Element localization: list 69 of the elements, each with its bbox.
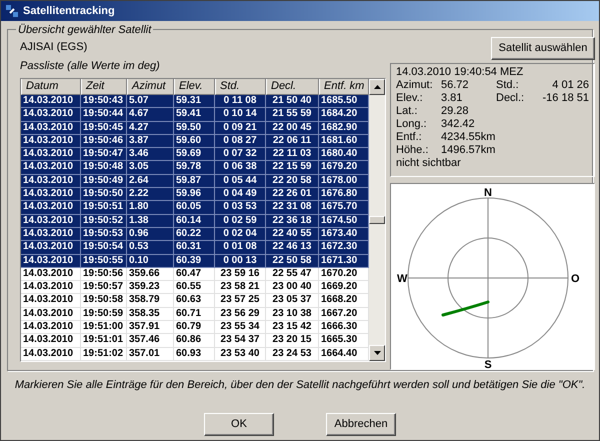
info-value: 29.28 bbox=[441, 105, 470, 118]
info-label: Decl.: bbox=[496, 92, 526, 105]
info-value: 3.81 bbox=[441, 92, 464, 105]
info-label: Höhe.: bbox=[396, 144, 430, 157]
satellite-icon bbox=[5, 4, 19, 18]
instruction-text: Markieren Sie alle Einträge für den Bereich, über den der Satellit nachgeführt werden soll und betätigen Sie die "OK". bbox=[14, 378, 586, 393]
table-row[interactable]: 14.03.2010 19:50:55 0.10 60.39 0 00 13 22 50 58 1671.30 bbox=[21, 254, 369, 268]
table-row[interactable]: 14.03.2010 19:50:57 359.23 60.55 23 58 21 23 00 40 1669.20 bbox=[21, 281, 369, 294]
table-row[interactable]: 14.03.2010 19:50:59 358.35 60.71 23 56 29 23 10 38 1667.20 bbox=[21, 308, 369, 322]
info-value: -16 18 51 bbox=[542, 92, 589, 105]
table-row[interactable]: 14.03.2010 19:50:46 3.87 59.60 0 08 27 22 06 11 1681.60 bbox=[21, 134, 369, 148]
scroll-thumb[interactable] bbox=[369, 216, 385, 224]
window-title: Satellitentracking bbox=[23, 4, 115, 19]
table-row[interactable]: 14.03.2010 19:50:43 5.07 59.31 0 11 08 21 50 40 1685.50 bbox=[21, 95, 369, 108]
table-row[interactable]: 14.03.2010 19:50:45 4.27 59.50 0 09 21 22 00 45 1682.90 bbox=[21, 122, 369, 135]
table-row[interactable]: 14.03.2010 19:50:44 4.67 59.41 0 10 14 21 55 59 1684.20 bbox=[21, 108, 369, 122]
column-header[interactable]: Azimut bbox=[127, 79, 174, 95]
column-header[interactable]: Std. bbox=[215, 79, 266, 95]
table-cell: 19:51:02 bbox=[81, 348, 127, 361]
table-cell: 357.01 bbox=[127, 348, 174, 361]
table-row[interactable]: 14.03.2010 19:50:50 2.22 59.96 0 04 49 22 26 01 1676.80 bbox=[21, 188, 369, 202]
scroll-down-icon[interactable] bbox=[369, 344, 385, 361]
table-row[interactable]: 14.03.2010 19:50:58 358.79 60.63 23 57 25 23 05 37 1668.20 bbox=[21, 294, 369, 308]
table-row[interactable]: 14.03.2010 19:51:01 357.46 60.86 23 54 37 23 20 15 1665.30 bbox=[21, 334, 369, 348]
visibility-status: nicht sichtbar bbox=[396, 157, 462, 170]
east-label: O bbox=[571, 273, 580, 285]
info-value: 1496.57km bbox=[441, 144, 496, 157]
info-label: Std.: bbox=[496, 79, 520, 92]
table-row[interactable]: 14.03.2010 19:50:47 3.46 59.69 0 07 32 22 11 03 1680.40 bbox=[21, 148, 369, 162]
table-cell: 14.03.2010 bbox=[21, 348, 81, 361]
table-row[interactable]: 14.03.2010 19:50:54 0.53 60.31 0 01 08 22 46 13 1672.30 bbox=[21, 241, 369, 255]
dialog-button[interactable]: Abbrechen bbox=[326, 412, 396, 436]
table-row[interactable]: 14.03.2010 19:50:51 1.80 60.05 0 03 53 22 31 08 1675.70 bbox=[21, 201, 369, 215]
group-title: Übersicht gewählter Satellit bbox=[16, 22, 154, 38]
info-value: 4234.55km bbox=[441, 131, 496, 144]
column-header[interactable]: Elev. bbox=[174, 79, 215, 95]
column-header[interactable]: Decl. bbox=[266, 79, 319, 95]
south-label: S bbox=[484, 359, 492, 369]
satellite-name: AJISAI (EGS) bbox=[20, 40, 88, 54]
info-value: 342.42 bbox=[441, 118, 476, 131]
list-label: Passliste (alle Werte im deg) bbox=[20, 59, 161, 73]
info-label: Lat.: bbox=[396, 105, 418, 118]
table-cell: 23 53 40 bbox=[215, 348, 266, 361]
scroll-up-icon[interactable] bbox=[369, 79, 385, 95]
scrollbar[interactable] bbox=[369, 79, 385, 361]
table-cell: 23 24 53 bbox=[266, 348, 319, 361]
north-label: N bbox=[484, 187, 492, 199]
table-row[interactable]: 14.03.2010 19:51:02 357.01 60.93 23 53 40 23 24 53 1664.40 bbox=[21, 348, 369, 361]
info-label: Long.: bbox=[396, 118, 428, 131]
dialog-button[interactable]: Satellit auswählen bbox=[491, 37, 595, 60]
table-cell: 60.93 bbox=[174, 348, 215, 361]
info-label: Entf.: bbox=[396, 131, 423, 144]
table-row[interactable]: 14.03.2010 19:50:48 3.05 59.78 0 06 38 22 15 59 1679.20 bbox=[21, 161, 369, 175]
column-header[interactable]: Datum bbox=[21, 79, 81, 95]
info-timestamp: 14.03.2010 19:40:54 MEZ bbox=[396, 66, 524, 79]
satellite-track bbox=[442, 300, 490, 316]
dialog-button[interactable]: OK bbox=[204, 412, 274, 436]
info-value: 4 01 26 bbox=[551, 79, 589, 92]
column-header[interactable]: Zeit bbox=[81, 79, 127, 95]
table-row[interactable]: 14.03.2010 19:50:56 359.66 60.47 23 59 16 22 55 47 1670.20 bbox=[21, 268, 369, 282]
info-value: 56.72 bbox=[441, 79, 470, 92]
info-label: Elev.: bbox=[396, 92, 424, 105]
table-row[interactable]: 14.03.2010 19:50:49 2.64 59.87 0 05 44 22 20 58 1678.00 bbox=[21, 174, 369, 188]
table-row[interactable]: 14.03.2010 19:50:53 0.96 60.22 0 02 04 22 40 55 1673.40 bbox=[21, 228, 369, 242]
column-header[interactable]: Entf. km bbox=[319, 79, 369, 95]
info-label: Azimut: bbox=[396, 79, 434, 92]
table-row[interactable]: 14.03.2010 19:50:52 1.38 60.14 0 02 59 22 36 18 1674.50 bbox=[21, 214, 369, 228]
table-row[interactable]: 14.03.2010 19:51:00 357.91 60.79 23 55 34 23 15 42 1666.30 bbox=[21, 321, 369, 334]
west-label: W bbox=[397, 273, 408, 285]
